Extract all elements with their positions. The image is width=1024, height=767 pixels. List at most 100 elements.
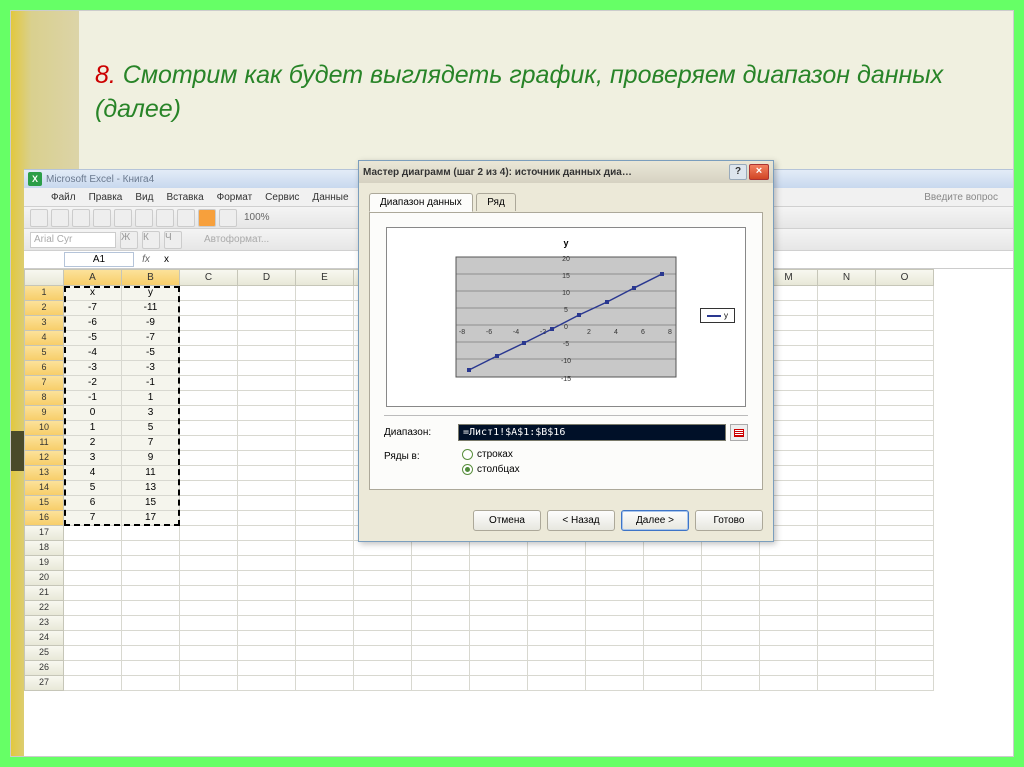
cell[interactable] — [238, 601, 296, 616]
cell[interactable] — [586, 556, 644, 571]
cell[interactable] — [876, 301, 934, 316]
cell[interactable]: 1 — [64, 421, 122, 436]
cell[interactable] — [876, 571, 934, 586]
row-header[interactable]: 13 — [24, 466, 64, 481]
cell[interactable] — [876, 346, 934, 361]
cell[interactable] — [818, 421, 876, 436]
cell[interactable] — [818, 406, 876, 421]
cell[interactable] — [122, 526, 180, 541]
row-header[interactable]: 6 — [24, 361, 64, 376]
cell[interactable] — [818, 286, 876, 301]
cell[interactable]: -3 — [122, 361, 180, 376]
cell[interactable] — [644, 661, 702, 676]
cell[interactable] — [702, 586, 760, 601]
cell[interactable] — [876, 661, 934, 676]
tab-series[interactable]: Ряд — [476, 193, 516, 211]
cell[interactable] — [296, 541, 354, 556]
cell[interactable] — [818, 526, 876, 541]
cell[interactable] — [180, 541, 238, 556]
cell[interactable] — [470, 586, 528, 601]
cell[interactable] — [528, 586, 586, 601]
col-header[interactable]: E — [296, 269, 354, 286]
cell[interactable] — [180, 556, 238, 571]
cancel-button[interactable]: Отмена — [473, 510, 541, 531]
cell[interactable]: x — [64, 286, 122, 301]
row-header[interactable]: 24 — [24, 631, 64, 646]
cell[interactable] — [528, 631, 586, 646]
cell[interactable] — [238, 661, 296, 676]
cell[interactable] — [180, 676, 238, 691]
cell[interactable] — [412, 616, 470, 631]
cell[interactable] — [180, 496, 238, 511]
cell[interactable] — [296, 346, 354, 361]
cell[interactable] — [760, 571, 818, 586]
row-header[interactable]: 1 — [24, 286, 64, 301]
cell[interactable] — [644, 571, 702, 586]
cell[interactable] — [238, 556, 296, 571]
cell[interactable] — [470, 631, 528, 646]
cell[interactable] — [470, 601, 528, 616]
cell[interactable] — [238, 391, 296, 406]
cell[interactable] — [180, 646, 238, 661]
cell[interactable] — [238, 421, 296, 436]
font-selector[interactable]: Arial Cyr — [30, 232, 116, 248]
cell[interactable]: -1 — [122, 376, 180, 391]
col-header[interactable]: D — [238, 269, 296, 286]
cell[interactable] — [760, 586, 818, 601]
cell[interactable] — [64, 571, 122, 586]
cell[interactable] — [122, 571, 180, 586]
cell[interactable] — [644, 556, 702, 571]
cell[interactable] — [528, 616, 586, 631]
cell[interactable] — [296, 376, 354, 391]
question-prompt[interactable]: Введите вопрос — [919, 190, 1003, 205]
cell[interactable] — [296, 421, 354, 436]
cell[interactable] — [470, 616, 528, 631]
cell[interactable] — [528, 646, 586, 661]
cell[interactable] — [412, 631, 470, 646]
cell[interactable] — [876, 361, 934, 376]
cell[interactable]: 3 — [64, 451, 122, 466]
cell[interactable] — [64, 556, 122, 571]
cell[interactable] — [876, 556, 934, 571]
cell[interactable] — [876, 466, 934, 481]
cell[interactable] — [354, 616, 412, 631]
cell[interactable] — [180, 421, 238, 436]
new-icon[interactable] — [30, 209, 48, 227]
cell[interactable] — [876, 526, 934, 541]
cell[interactable] — [818, 676, 876, 691]
menu-file[interactable]: Файл — [46, 190, 81, 205]
cell[interactable] — [760, 631, 818, 646]
autoformat-label[interactable]: Автоформат... — [204, 234, 269, 245]
cell[interactable] — [354, 676, 412, 691]
cell[interactable]: 11 — [122, 466, 180, 481]
cell[interactable] — [644, 676, 702, 691]
cell[interactable] — [760, 601, 818, 616]
cell[interactable] — [818, 496, 876, 511]
cell[interactable] — [180, 616, 238, 631]
sort-icon[interactable] — [219, 209, 237, 227]
cell[interactable] — [876, 511, 934, 526]
row-header[interactable]: 3 — [24, 316, 64, 331]
cell[interactable]: -1 — [64, 391, 122, 406]
row-header[interactable]: 25 — [24, 646, 64, 661]
cell[interactable]: 7 — [122, 436, 180, 451]
cell[interactable] — [586, 661, 644, 676]
cell[interactable] — [238, 616, 296, 631]
cell[interactable] — [876, 481, 934, 496]
cell[interactable] — [296, 316, 354, 331]
cell[interactable] — [760, 646, 818, 661]
cell[interactable] — [296, 586, 354, 601]
cell[interactable] — [818, 436, 876, 451]
col-header[interactable]: B — [122, 269, 180, 286]
cell[interactable] — [586, 541, 644, 556]
cell[interactable] — [122, 541, 180, 556]
cell[interactable] — [818, 346, 876, 361]
cell[interactable] — [180, 526, 238, 541]
save-icon[interactable] — [72, 209, 90, 227]
cell[interactable] — [122, 646, 180, 661]
cell[interactable] — [876, 451, 934, 466]
row-header[interactable]: 2 — [24, 301, 64, 316]
cell[interactable] — [238, 451, 296, 466]
cell[interactable]: 5 — [64, 481, 122, 496]
row-header[interactable]: 14 — [24, 481, 64, 496]
